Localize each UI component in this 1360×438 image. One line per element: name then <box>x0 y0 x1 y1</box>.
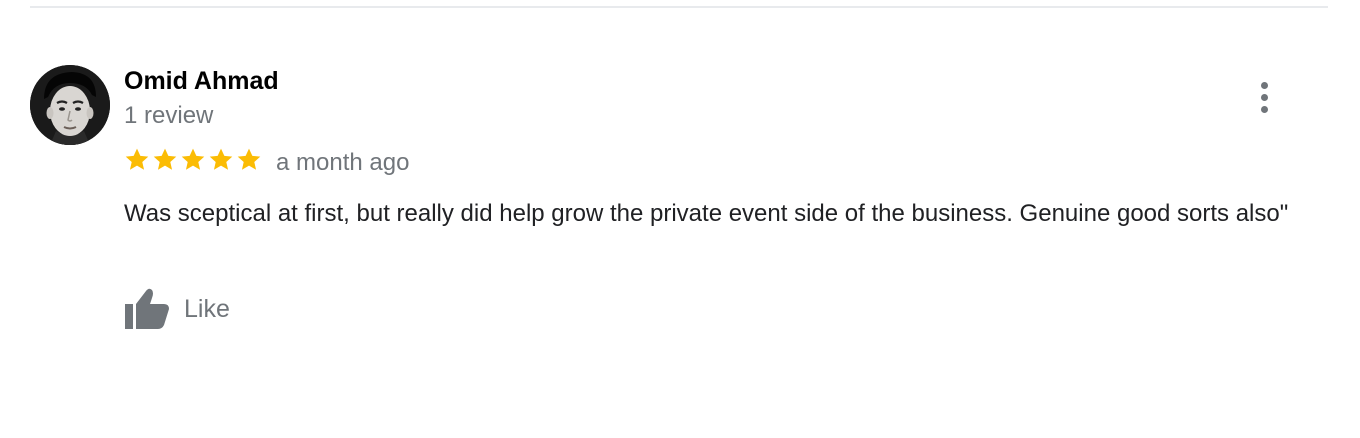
more-vert-icon <box>1260 81 1268 89</box>
star-icon <box>237 148 261 170</box>
star-rating <box>124 147 262 175</box>
section-divider <box>30 6 1328 8</box>
like-button[interactable]: Like <box>122 286 230 332</box>
profile-photo <box>30 65 110 145</box>
review-text: Was sceptical at first, but really did h… <box>124 200 1289 227</box>
star-icon <box>125 148 149 170</box>
more-vert-icon-dot <box>1260 93 1268 101</box>
author-name[interactable]: Omid Ahmad <box>124 66 279 96</box>
review-time: a month ago <box>276 149 410 176</box>
author-review-count: 1 review <box>124 102 214 129</box>
avatar[interactable] <box>30 65 110 145</box>
star-icon <box>153 148 177 170</box>
more-vert-icon-dot <box>1260 105 1268 113</box>
star-icon <box>181 148 205 170</box>
like-label: Like <box>184 295 230 323</box>
thumbs-up-icon <box>125 288 169 329</box>
more-options-button[interactable] <box>1248 76 1280 118</box>
star-icon <box>209 148 233 170</box>
